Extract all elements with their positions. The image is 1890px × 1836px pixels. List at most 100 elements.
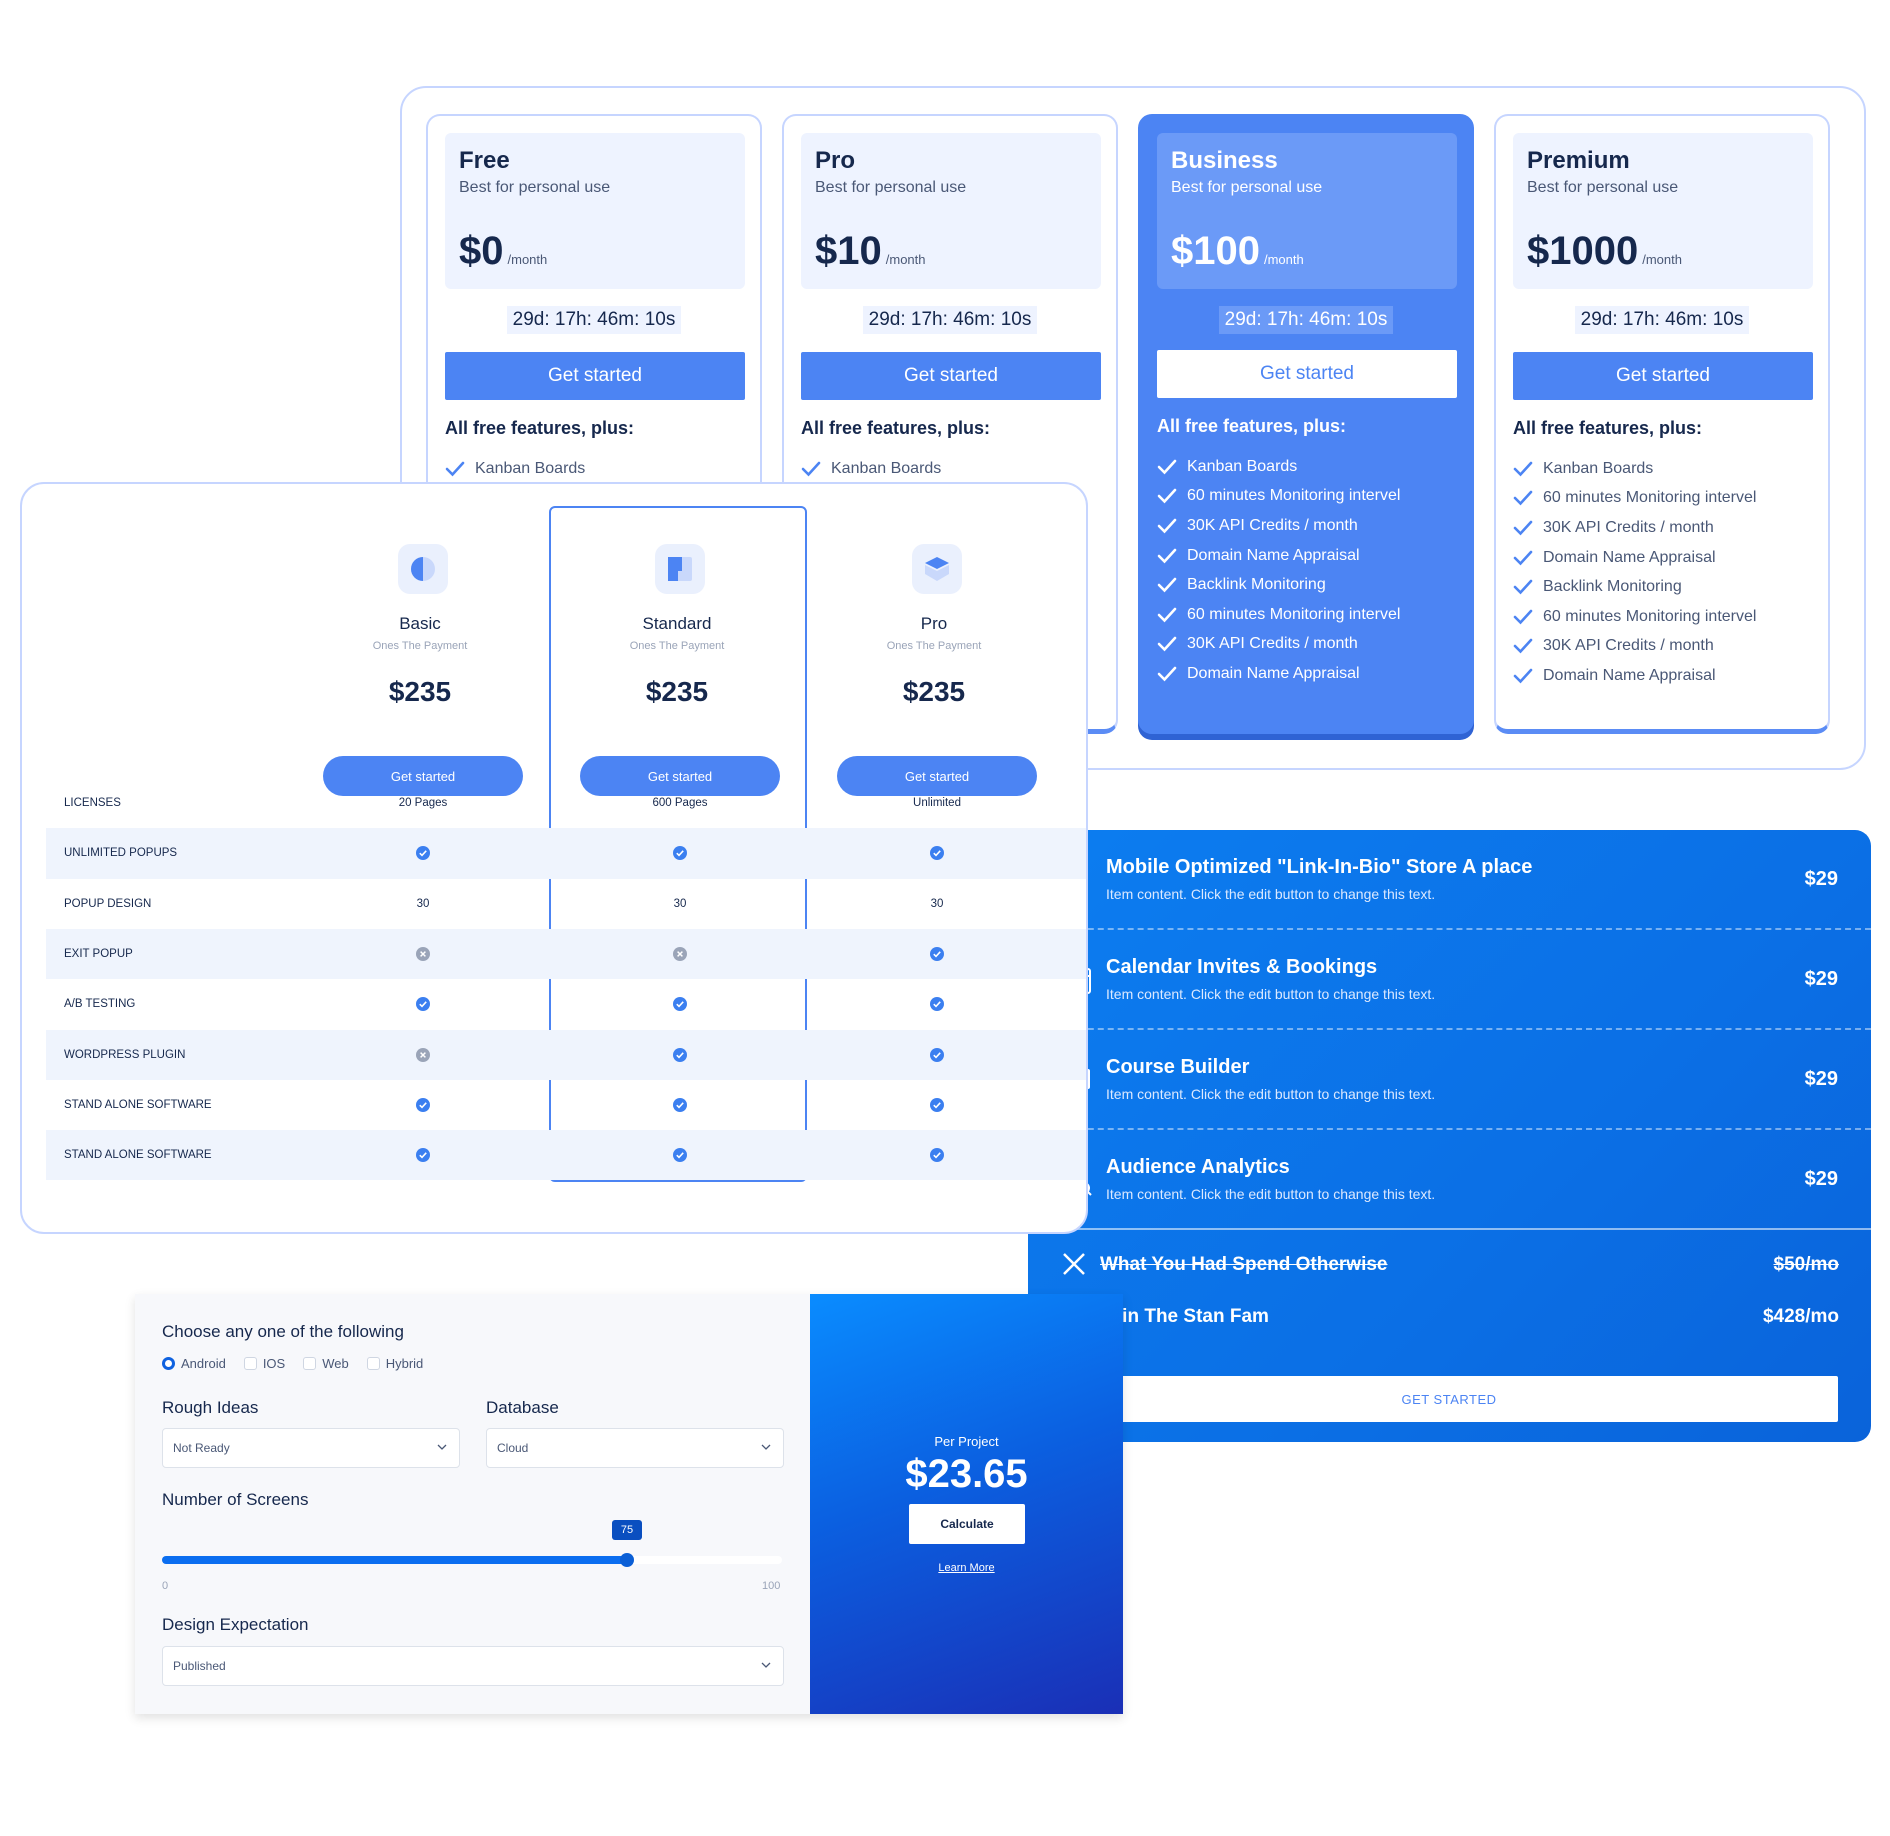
option-hybrid[interactable]: Hybrid bbox=[366, 1356, 424, 1371]
per-project-label: Per Project bbox=[934, 1434, 999, 1449]
screens-slider[interactable]: 75 bbox=[162, 1520, 782, 1567]
calculate-button[interactable]: Calculate bbox=[909, 1504, 1025, 1544]
feature-text: Backlink Monitoring bbox=[1187, 576, 1326, 594]
plan-subtitle: Ones The Payment bbox=[886, 640, 982, 652]
design-label: Design Expectation bbox=[162, 1615, 309, 1634]
radio-button[interactable] bbox=[243, 1357, 257, 1370]
row-label: A/B TESTING bbox=[64, 998, 136, 1011]
check-circle-icon bbox=[673, 846, 687, 861]
countdown-timer: 29d: 17h: 46m: 10s bbox=[1496, 306, 1828, 334]
get-started-button[interactable]: Get started bbox=[445, 352, 745, 400]
join-row: Join The Stan Fam $428/mo bbox=[1028, 1296, 1871, 1336]
plan-subtitle: Best for personal use bbox=[459, 179, 611, 196]
chevron-down-icon bbox=[761, 1662, 771, 1668]
chevron-down-icon bbox=[761, 1444, 771, 1450]
countdown-timer: 29d: 17h: 46m: 10s bbox=[1140, 306, 1472, 334]
feature-item: Backlink Monitoring bbox=[1513, 572, 1823, 602]
cell-value: 30 bbox=[930, 897, 944, 910]
rough-ideas-label: Rough Ideas bbox=[162, 1398, 259, 1417]
checkmark-icon bbox=[1157, 459, 1177, 475]
database-select[interactable]: Cloud bbox=[486, 1428, 784, 1468]
configurator-form: Choose any one of the following Android I… bbox=[135, 1294, 810, 1714]
check-circle-icon bbox=[673, 1148, 687, 1163]
feature-item: Backlink Monitoring bbox=[1157, 570, 1467, 600]
table-row: LICENSES 20 Pages 600 Pages Unlimited bbox=[46, 778, 1086, 828]
feature-text: 60 minutes Monitoring intervel bbox=[1187, 487, 1401, 505]
plan-name: Pro bbox=[815, 147, 856, 174]
feature-text: Kanban Boards bbox=[1187, 457, 1298, 475]
feature-price: $29 bbox=[1804, 868, 1838, 890]
feature-list-item: Course Builder Item content. Click the ed… bbox=[1028, 1030, 1871, 1130]
table-cell bbox=[650, 947, 710, 962]
otherwise-price: $50/mo bbox=[1773, 1254, 1839, 1275]
feature-item: Kanban Boards bbox=[1157, 452, 1467, 482]
price-period: /month bbox=[507, 252, 548, 267]
get-started-button[interactable]: Get started bbox=[1513, 352, 1813, 400]
feature-price: $29 bbox=[1804, 1168, 1838, 1190]
row-label: LICENSES bbox=[64, 797, 121, 810]
otherwise-row: What You Had Spend Otherwise $50/mo bbox=[1028, 1244, 1871, 1284]
features-list: Kanban Boards 60 minutes Monitoring inter… bbox=[1157, 452, 1467, 689]
check-circle-icon bbox=[673, 997, 687, 1012]
row-label: UNLIMITED POPUPS bbox=[64, 847, 178, 860]
get-started-button[interactable]: Get started bbox=[1157, 350, 1457, 398]
check-circle-icon bbox=[930, 1097, 944, 1112]
timer-text: 29d: 17h: 46m: 10s bbox=[1574, 306, 1750, 334]
learn-more-link[interactable]: Learn More bbox=[810, 1562, 1123, 1574]
otherwise-title: What You Had Spend Otherwise bbox=[1100, 1254, 1388, 1275]
cube-icon bbox=[912, 544, 962, 594]
row-label: STAND ALONE SOFTWARE bbox=[64, 1098, 212, 1111]
option-label: Hybrid bbox=[385, 1356, 424, 1371]
feature-item: Kanban Boards bbox=[1513, 454, 1823, 484]
feature-item: Domain Name Appraisal bbox=[1157, 659, 1467, 689]
feature-item: 30K API Credits / month bbox=[1157, 511, 1467, 541]
plan-subtitle: Best for personal use bbox=[1171, 179, 1323, 196]
feature-text: 30K API Credits / month bbox=[1187, 635, 1358, 653]
table-cell: 600 Pages bbox=[650, 797, 710, 809]
checkmark-icon bbox=[1513, 639, 1533, 654]
row-label: POPUP DESIGN bbox=[64, 897, 152, 910]
option-web[interactable]: Web bbox=[303, 1356, 349, 1371]
cross-circle-icon bbox=[673, 947, 687, 962]
get-started-button[interactable]: Get started bbox=[801, 352, 1101, 400]
radio-button[interactable] bbox=[366, 1357, 380, 1370]
checkmark-icon bbox=[445, 461, 465, 477]
close-x-icon bbox=[1063, 1253, 1085, 1275]
table-row: POPUP DESIGN 30 30 30 bbox=[46, 879, 1086, 929]
pricing-card-premium: Premium Best for personal use $1000/month 2… bbox=[1494, 114, 1830, 734]
rough-ideas-select[interactable]: Not Ready bbox=[162, 1428, 460, 1468]
table-cell bbox=[907, 846, 967, 861]
option-label: Web bbox=[322, 1356, 349, 1371]
option-ios[interactable]: IOS bbox=[243, 1356, 285, 1371]
check-circle-icon bbox=[673, 1047, 687, 1062]
timer-text: 29d: 17h: 46m: 10s bbox=[506, 306, 682, 334]
price-period: /month bbox=[1642, 252, 1682, 267]
checkmark-icon bbox=[1513, 609, 1533, 625]
cross-circle-icon bbox=[416, 947, 430, 962]
table-row: EXIT POPUP bbox=[46, 928, 1086, 980]
checkmark-icon bbox=[1513, 461, 1533, 477]
plan-name: Standard bbox=[642, 614, 712, 633]
feature-description: Item content. Click the edit button to c… bbox=[1106, 1086, 1436, 1102]
radio-button[interactable] bbox=[162, 1357, 175, 1370]
slider-min: 0 bbox=[162, 1580, 169, 1592]
plan-price: $235 bbox=[645, 676, 709, 707]
slider-handle[interactable] bbox=[620, 1553, 634, 1567]
checkmark-icon bbox=[1157, 518, 1177, 534]
plan-price: $0/month bbox=[459, 229, 547, 274]
checkmark-icon bbox=[1157, 489, 1177, 504]
get-started-button[interactable]: GET STARTED bbox=[1060, 1376, 1838, 1422]
row-label: STAND ALONE SOFTWARE bbox=[64, 1149, 212, 1162]
feature-text: Domain Name Appraisal bbox=[1187, 546, 1360, 564]
design-select[interactable]: Published bbox=[162, 1646, 784, 1686]
feature-title: Calendar Invites & Bookings bbox=[1106, 956, 1378, 978]
features-list: Kanban Boards bbox=[801, 454, 1111, 484]
price-value: $10 bbox=[815, 229, 882, 273]
cross-circle-icon bbox=[416, 1047, 430, 1062]
feature-description: Item content. Click the edit button to c… bbox=[1106, 886, 1436, 902]
option-android[interactable]: Android bbox=[162, 1356, 226, 1371]
radio-button[interactable] bbox=[303, 1357, 317, 1370]
platform-options: Android IOS Web Hybrid bbox=[162, 1356, 423, 1371]
slider-value-tooltip: 75 bbox=[612, 1520, 642, 1540]
feature-price: $29 bbox=[1804, 1068, 1838, 1090]
